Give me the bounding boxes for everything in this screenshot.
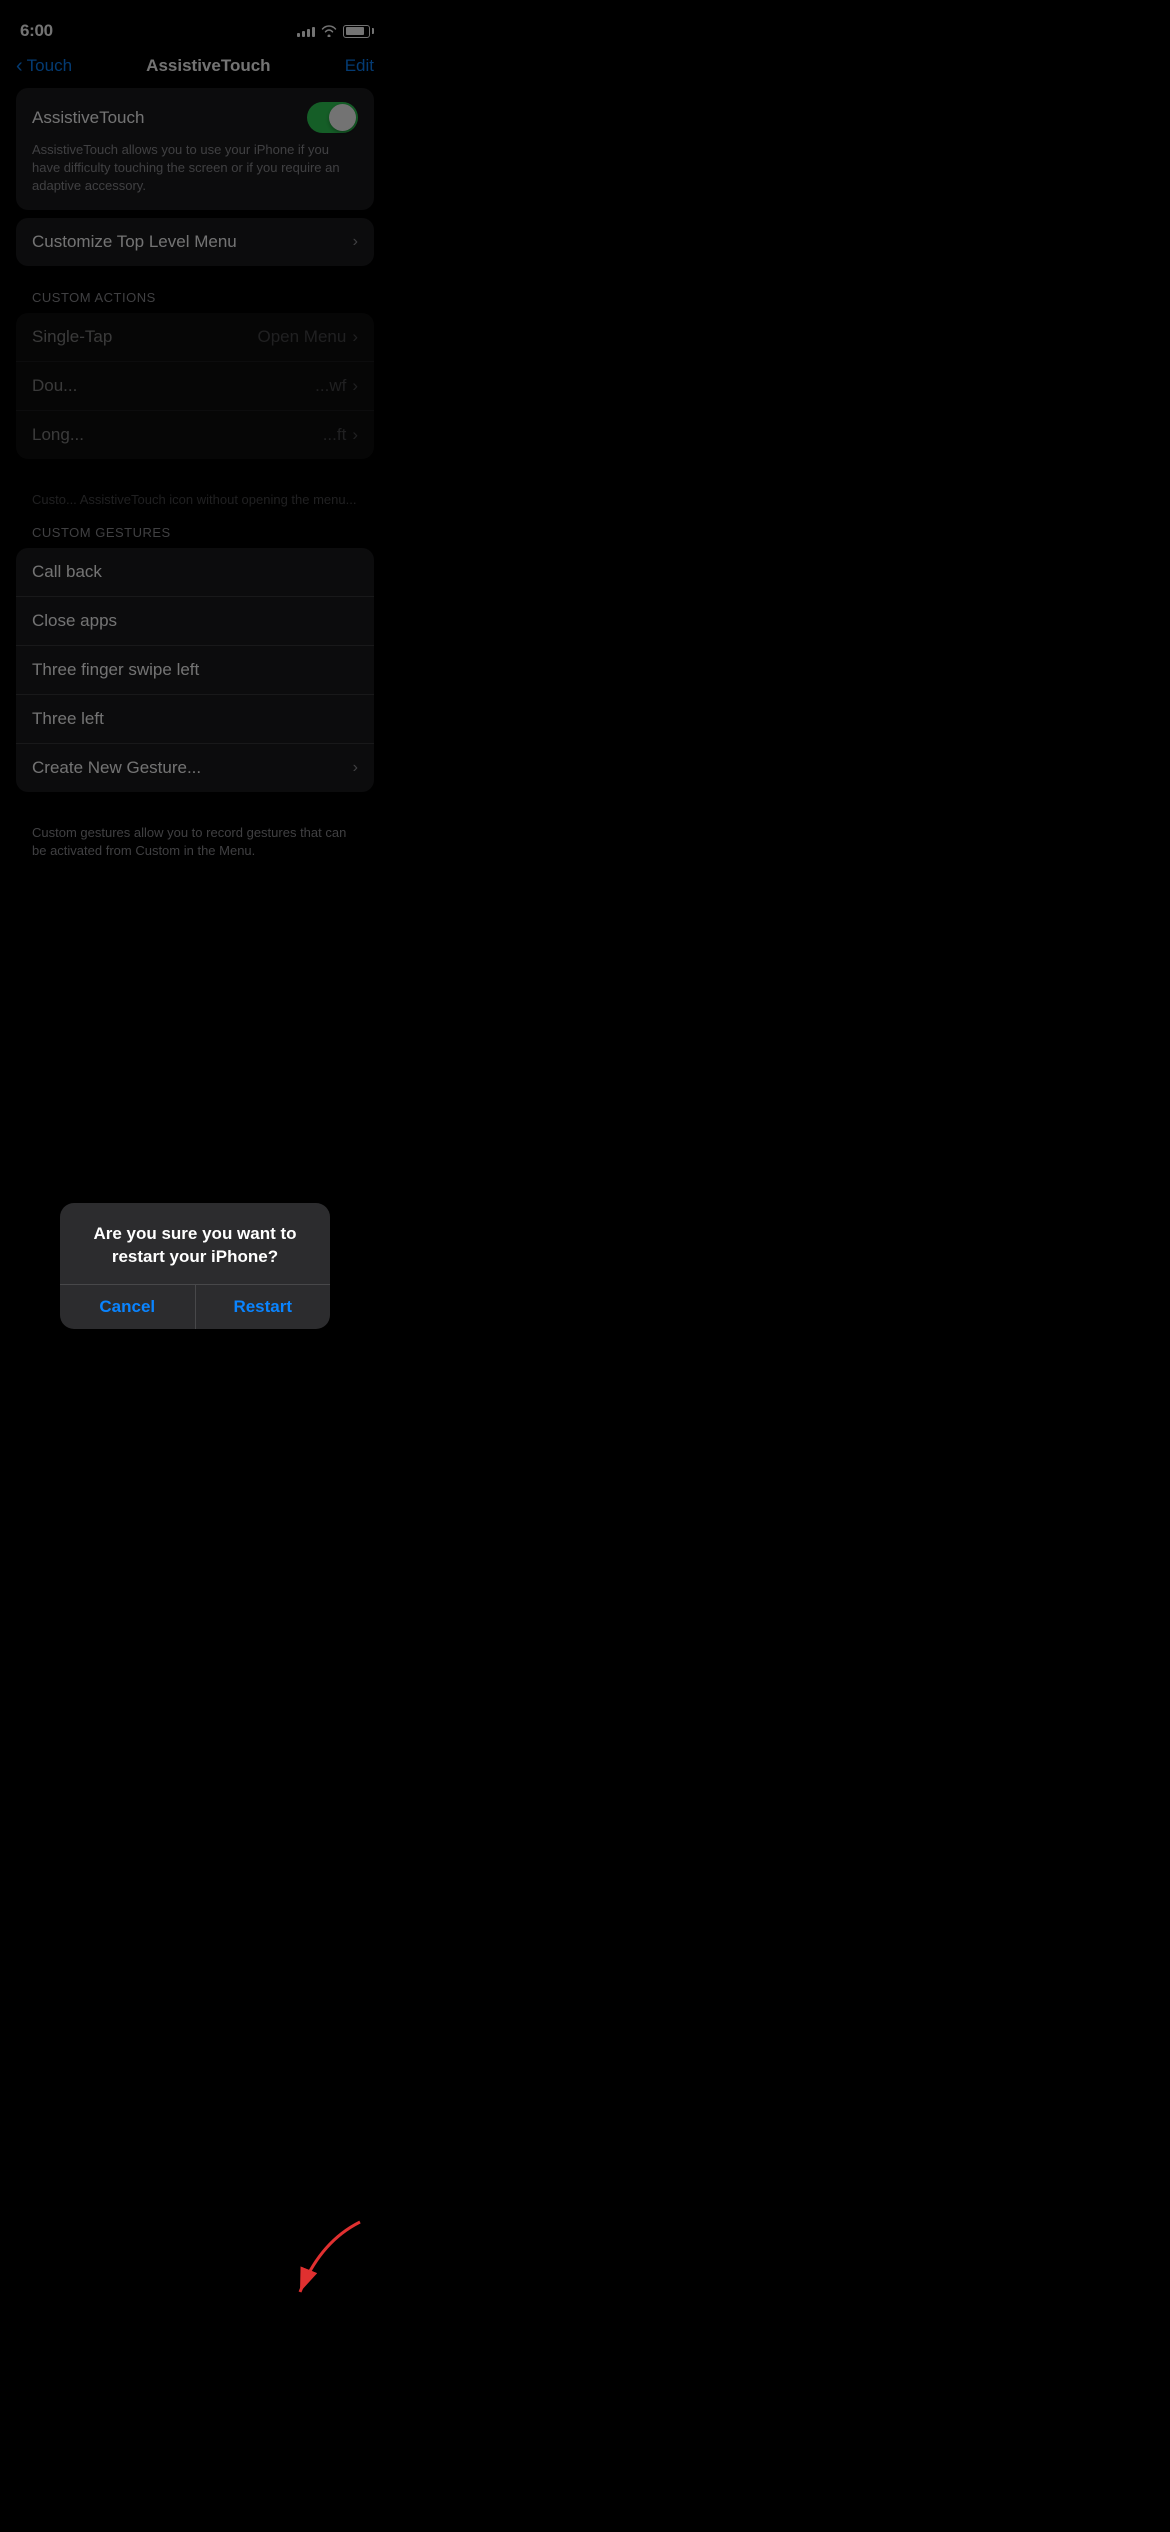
modal-backdrop: Are you sure you want to restart your iP… xyxy=(0,0,390,2532)
alert-content: Are you sure you want to restart your iP… xyxy=(60,1203,330,1283)
restart-button[interactable]: Restart xyxy=(196,1285,331,1329)
alert-title: Are you sure you want to restart your iP… xyxy=(76,1223,314,1267)
alert-buttons: Cancel Restart xyxy=(60,1284,330,1329)
cancel-button[interactable]: Cancel xyxy=(60,1285,195,1329)
red-arrow-annotation xyxy=(290,2212,370,2312)
alert-dialog: Are you sure you want to restart your iP… xyxy=(60,1203,330,1328)
